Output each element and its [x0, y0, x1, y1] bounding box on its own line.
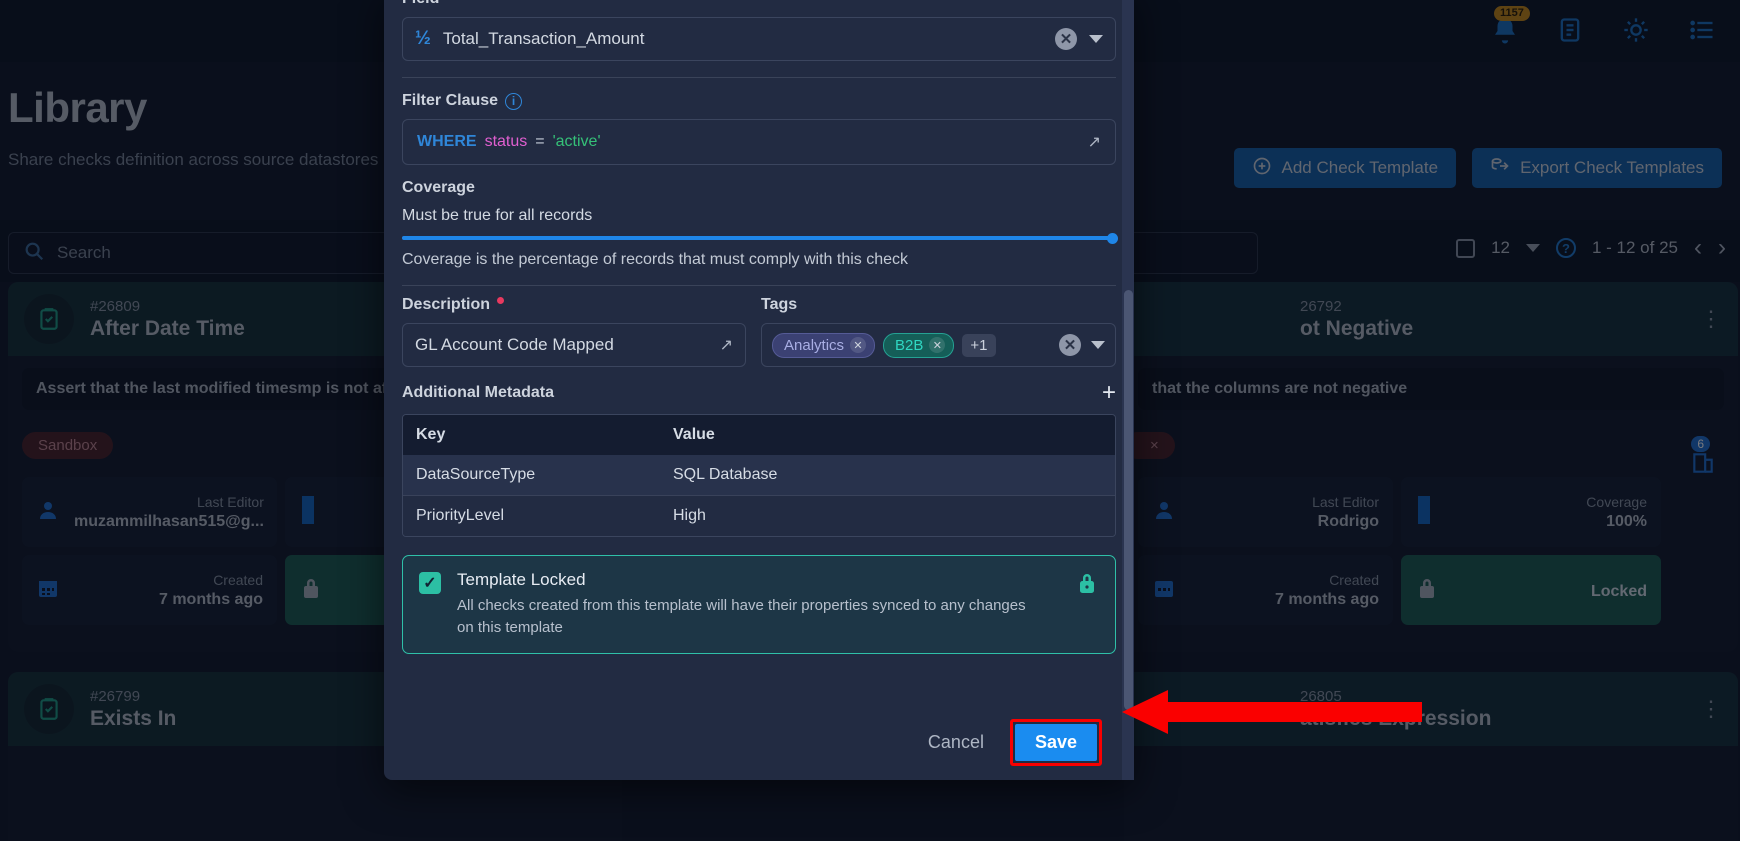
- save-button[interactable]: Save: [1014, 723, 1097, 761]
- tag-label: B2B: [895, 336, 924, 354]
- coverage-slider-handle[interactable]: [1107, 233, 1118, 244]
- info-icon[interactable]: i: [505, 92, 523, 110]
- filter-clause-label-row: Filter Clause i: [402, 92, 1116, 110]
- description-group: Description GL Account Code Mapped ↗: [402, 296, 746, 367]
- sql-keyword: WHERE: [417, 133, 477, 150]
- sql-column: status: [484, 133, 528, 150]
- template-locked-title: Template Locked: [457, 570, 586, 589]
- coverage-slider-fill: [402, 236, 1116, 240]
- tag-chip-analytics[interactable]: Analytics ✕: [772, 332, 876, 358]
- description-input[interactable]: GL Account Code Mapped ↗: [402, 323, 746, 367]
- cancel-button[interactable]: Cancel: [914, 724, 998, 761]
- metadata-key: DataSourceType: [416, 466, 536, 483]
- lock-icon: [1075, 570, 1099, 601]
- tags-label: Tags: [761, 296, 798, 313]
- modal-footer: Cancel Save: [384, 710, 1134, 780]
- description-label-row: Description: [402, 296, 746, 314]
- expand-icon[interactable]: ↗: [1088, 132, 1101, 152]
- divider: [402, 77, 1116, 78]
- filter-clause-label: Filter Clause: [402, 92, 499, 109]
- clear-tags-icon[interactable]: ✕: [1059, 334, 1081, 356]
- sql-literal: 'active': [552, 133, 601, 150]
- modal-body: Field ½ Total_Transaction_Amount ✕ Filte…: [384, 0, 1134, 710]
- description-tags-row: Description GL Account Code Mapped ↗ Tag…: [402, 296, 1116, 367]
- tags-group: Tags Analytics ✕ B2B ✕ +1 ✕: [761, 296, 1116, 367]
- clear-field-icon[interactable]: ✕: [1055, 28, 1077, 50]
- column-header-value: Value: [673, 426, 715, 443]
- filter-clause-input[interactable]: WHERE status = 'active' ↗: [402, 119, 1116, 165]
- coverage-summary: Must be true for all records: [402, 207, 593, 224]
- description-value: GL Account Code Mapped: [415, 335, 614, 354]
- coverage-help-text: Coverage is the percentage of records th…: [402, 251, 909, 268]
- remove-tag-icon[interactable]: ✕: [850, 337, 867, 353]
- tags-select[interactable]: Analytics ✕ B2B ✕ +1 ✕: [761, 323, 1116, 367]
- description-label: Description: [402, 296, 491, 313]
- table-row[interactable]: PriorityLevel High: [403, 496, 1115, 536]
- tags-overflow-count[interactable]: +1: [962, 333, 996, 357]
- metadata-value: High: [673, 507, 706, 524]
- add-metadata-icon[interactable]: +: [1102, 381, 1116, 405]
- field-value: Total_Transaction_Amount: [442, 29, 645, 48]
- annotation-arrow: [1122, 690, 1422, 734]
- template-locked-checkbox[interactable]: ✓: [419, 572, 441, 594]
- additional-metadata-table: Key Value DataSourceType SQL Database Pr…: [402, 414, 1116, 537]
- edit-check-template-modal: Field ½ Total_Transaction_Amount ✕ Filte…: [384, 0, 1134, 780]
- chevron-down-icon[interactable]: [1091, 341, 1105, 349]
- tag-chip-b2b[interactable]: B2B ✕: [883, 332, 955, 358]
- additional-metadata-label: Additional Metadata: [402, 384, 555, 401]
- metadata-key: PriorityLevel: [416, 507, 505, 524]
- coverage-label: Coverage: [402, 179, 475, 196]
- function-icon: ½: [415, 28, 431, 49]
- field-label: Field: [402, 0, 439, 8]
- remove-tag-icon[interactable]: ✕: [929, 337, 946, 353]
- modal-scrollbar[interactable]: [1122, 0, 1134, 780]
- table-row[interactable]: DataSourceType SQL Database: [403, 455, 1115, 495]
- field-select[interactable]: ½ Total_Transaction_Amount ✕: [402, 17, 1116, 61]
- field-label-row: Field: [402, 0, 1116, 8]
- modal-scrollbar-thumb[interactable]: [1124, 290, 1133, 710]
- sql-operator: =: [535, 133, 545, 150]
- coverage-slider[interactable]: [402, 233, 1118, 244]
- screen-root: 1157 Library Share checks definition acr…: [0, 0, 1740, 841]
- template-locked-description: All checks created from this template wi…: [457, 597, 1026, 636]
- required-indicator: [497, 297, 505, 304]
- template-locked-card[interactable]: ✓ Template Locked All checks created fro…: [402, 555, 1116, 654]
- tags-label-row: Tags: [761, 296, 1116, 314]
- metadata-value: SQL Database: [673, 466, 778, 483]
- divider: [402, 285, 1116, 286]
- save-button-highlight: Save: [1009, 718, 1102, 766]
- table-header-row: Key Value: [403, 415, 1115, 455]
- additional-metadata-header: Additional Metadata +: [402, 381, 1116, 405]
- chevron-down-icon[interactable]: [1089, 35, 1103, 43]
- tag-label: Analytics: [784, 336, 845, 354]
- column-header-key: Key: [416, 426, 446, 443]
- expand-icon[interactable]: ↗: [720, 335, 733, 355]
